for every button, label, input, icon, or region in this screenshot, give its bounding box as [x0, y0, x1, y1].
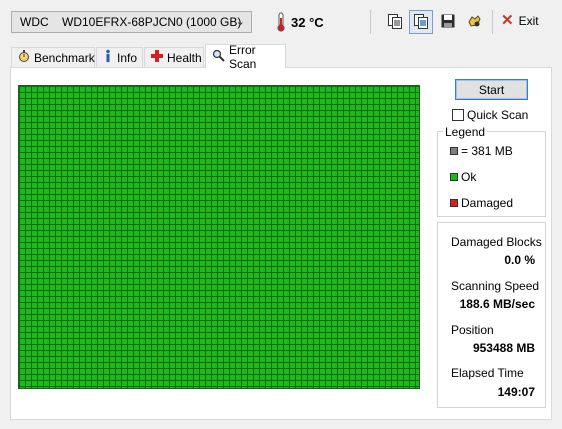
copy-text-button[interactable]	[383, 10, 407, 34]
tab-error-scan[interactable]: Error Scan	[205, 42, 286, 71]
stopwatch-icon	[18, 49, 30, 66]
copy-image-icon	[413, 13, 429, 32]
legend-ok: Ok	[450, 170, 476, 184]
legend-swatch-block	[450, 147, 458, 155]
tab-benchmark[interactable]: Benchmark	[11, 47, 95, 67]
position-label: Position	[451, 323, 494, 337]
info-icon	[103, 49, 113, 66]
drive-vendor: WDC	[20, 15, 49, 29]
legend-damaged: Damaged	[450, 196, 513, 210]
tab-health[interactable]: Health	[144, 47, 204, 67]
start-button[interactable]: Start	[455, 79, 528, 100]
scan-block-grid	[18, 85, 420, 389]
floppy-disk-icon	[440, 13, 456, 32]
position-value: 953488 MB	[472, 341, 535, 355]
copy-screenshot-button[interactable]	[409, 10, 433, 34]
toolbar-separator	[492, 10, 493, 34]
tab-health-label: Health	[167, 50, 202, 65]
legend-block-size-label: = 381 MB	[461, 144, 513, 158]
magnifier-icon	[212, 49, 225, 65]
drive-model: WD10EFRX-68PJCN0 (1000 GB)	[62, 15, 242, 29]
thermometer-icon	[275, 12, 287, 32]
scanning-speed-label: Scanning Speed	[451, 279, 540, 293]
scanning-speed-value: 188.6 MB/sec	[459, 297, 535, 311]
elapsed-time-value: 149:07	[497, 385, 535, 399]
chevron-down-icon: ⌄	[235, 16, 245, 28]
drive-selector[interactable]: WDC WD10EFRX-68PJCN0 (1000 GB) ⌄	[11, 11, 252, 33]
tab-benchmark-label: Benchmark	[34, 50, 95, 65]
tab-info[interactable]: Info	[96, 47, 143, 67]
close-icon: ✕	[501, 12, 514, 29]
legend-block-size: = 381 MB	[450, 144, 513, 158]
legend-ok-label: Ok	[461, 170, 477, 184]
damaged-blocks-label: Damaged Blocks	[451, 235, 542, 249]
quick-scan-label: Quick Scan	[467, 108, 529, 122]
start-label: Start	[478, 82, 505, 97]
toolbar-separator	[370, 10, 371, 34]
health-cross-icon	[151, 50, 163, 65]
quick-scan-checkbox[interactable]	[452, 109, 464, 121]
legend-swatch-ok	[450, 173, 458, 181]
legend-damaged-label: Damaged	[461, 196, 514, 210]
stats-groupbox	[437, 222, 546, 408]
options-hand-icon	[466, 13, 482, 32]
legend-swatch-damaged	[450, 199, 458, 207]
save-button[interactable]	[436, 10, 460, 34]
elapsed-time-label: Elapsed Time	[451, 366, 524, 380]
copy-icon	[387, 13, 403, 32]
legend-title: Legend	[443, 125, 488, 139]
quick-scan-checkbox-row[interactable]: Quick Scan	[452, 108, 528, 122]
exit-button[interactable]: ✕ Exit	[501, 12, 539, 29]
tab-error-scan-label: Error Scan	[229, 42, 257, 71]
options-button[interactable]	[462, 10, 486, 34]
damaged-blocks-value: 0.0 %	[504, 253, 535, 267]
temperature-value: 32 °C	[291, 15, 324, 30]
exit-label: Exit	[518, 14, 539, 28]
tab-info-label: Info	[117, 50, 138, 65]
